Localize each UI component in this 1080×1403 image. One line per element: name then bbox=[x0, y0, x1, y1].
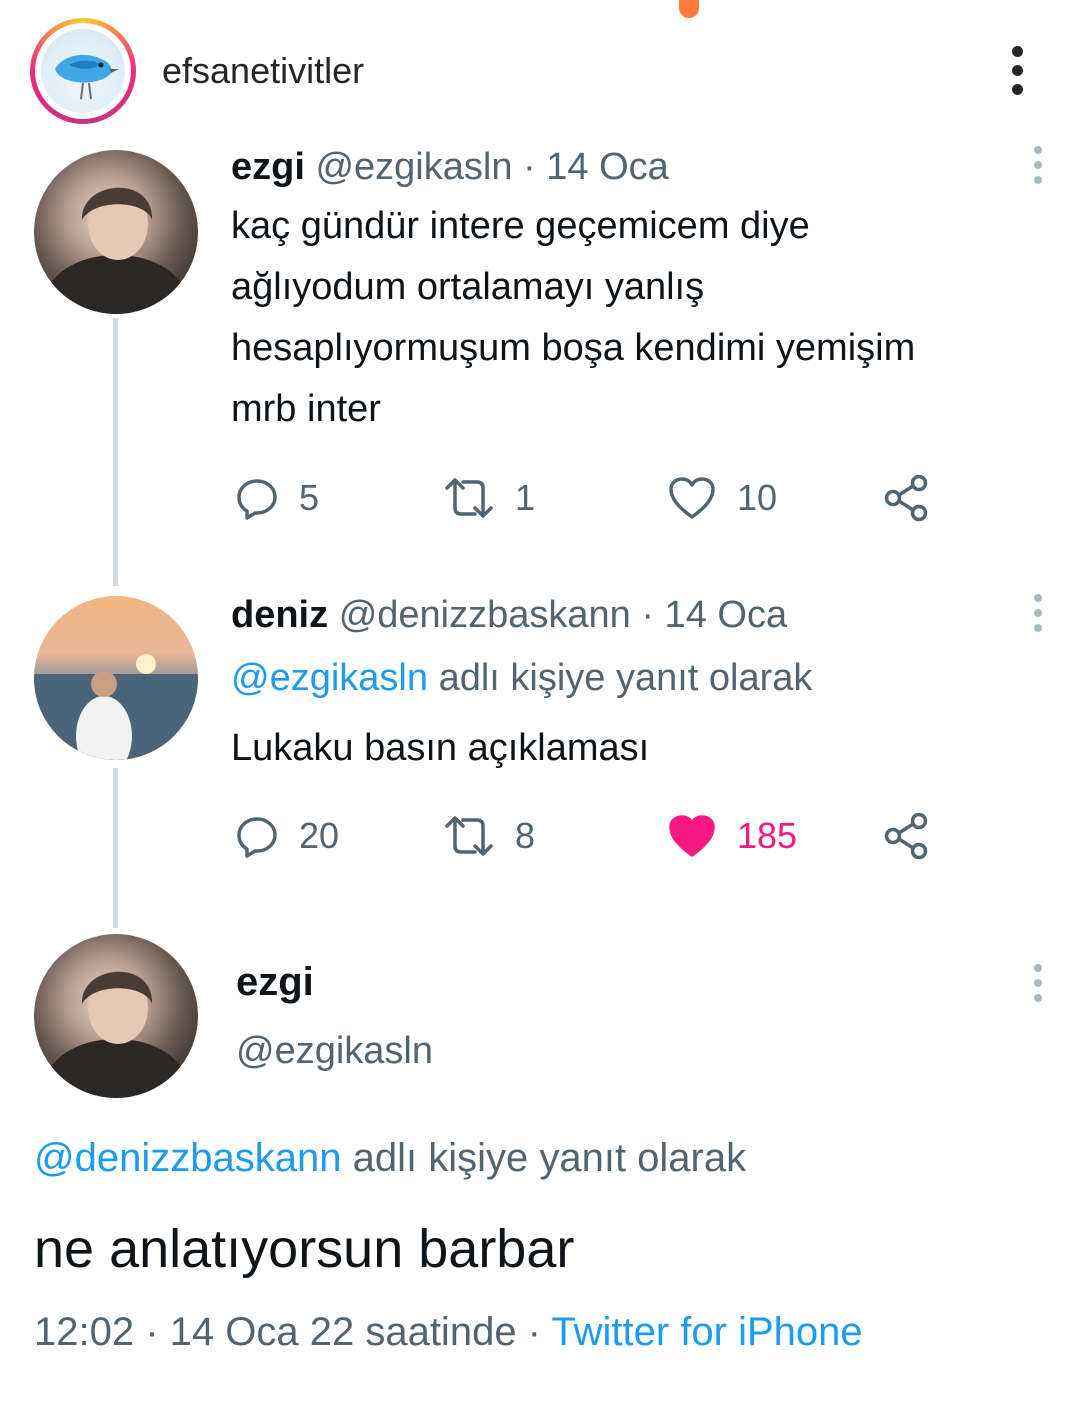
more-vertical-icon[interactable] bbox=[1030, 594, 1046, 634]
like-count: 10 bbox=[737, 477, 778, 518]
handle[interactable]: @ezgikasln bbox=[236, 1030, 433, 1073]
avatar[interactable] bbox=[34, 596, 198, 760]
handle[interactable]: @ezgikasln bbox=[315, 146, 512, 188]
retweet-button[interactable]: 1 bbox=[443, 468, 535, 528]
reply-icon bbox=[237, 479, 277, 520]
display-name[interactable]: ezgi bbox=[231, 146, 305, 188]
reply-button[interactable]: 20 bbox=[235, 806, 339, 866]
tweet-footer: 12:02 · 14 Oca 22 saatinde · Twitter for… bbox=[34, 1310, 863, 1355]
reply-icon bbox=[237, 817, 277, 858]
share-icon bbox=[884, 812, 928, 860]
tweet-text-line: mrb inter bbox=[231, 388, 381, 430]
reply-context-text: adlı kişiye yanıt olarak bbox=[438, 657, 813, 699]
tweet-text-line: kaç gündür intere geçemicem diye bbox=[231, 205, 810, 247]
bird-logo-icon bbox=[55, 54, 119, 100]
retweet-icon bbox=[445, 478, 493, 518]
reply-mention-link[interactable]: @ezgikasln bbox=[231, 657, 428, 699]
tweet-text-line: ağlıyodum ortalamayı yanlış bbox=[231, 266, 705, 308]
story-ring[interactable] bbox=[30, 18, 136, 124]
display-name[interactable]: ezgi bbox=[236, 960, 314, 1005]
reply-context: @denizzbaskann adlı kişiye yanıt olarak bbox=[34, 1136, 746, 1181]
reply-count: 20 bbox=[299, 815, 340, 856]
retweet-count: 1 bbox=[515, 477, 536, 518]
account-username[interactable]: efsanetivitler bbox=[162, 50, 364, 92]
post-header: efsanetivitler bbox=[0, 0, 1080, 140]
avatar[interactable] bbox=[34, 150, 198, 314]
handle[interactable]: @denizzbaskann bbox=[339, 594, 631, 636]
reply-button[interactable]: 5 bbox=[235, 468, 319, 528]
tweet-text-line: hesaplıyormuşum boşa kendimi yemişim bbox=[231, 327, 916, 369]
reply-context-text: adlı kişiye yanıt olarak bbox=[352, 1136, 747, 1180]
tweet-actions: 5 1 10 bbox=[231, 468, 951, 528]
reply-count: 5 bbox=[299, 477, 320, 518]
tweet-text: ne anlatıyorsun barbar bbox=[34, 1219, 575, 1279]
avatar[interactable] bbox=[34, 934, 198, 1098]
thread-line bbox=[113, 768, 118, 928]
heart-icon bbox=[669, 477, 715, 519]
tweet-actions: 20 8 185 bbox=[231, 806, 951, 866]
source-link[interactable]: Twitter for iPhone bbox=[551, 1310, 862, 1354]
retweet-button[interactable]: 8 bbox=[443, 806, 535, 866]
tweet-date[interactable]: · 14 Oca bbox=[523, 146, 669, 188]
like-count: 185 bbox=[737, 815, 798, 856]
share-icon bbox=[884, 474, 928, 522]
tweet-header: deniz @denizzbaskann · 14 Oca bbox=[231, 594, 787, 637]
retweet-icon bbox=[445, 816, 493, 856]
like-button[interactable]: 185 bbox=[667, 806, 797, 866]
display-name[interactable]: deniz bbox=[231, 594, 328, 636]
heart-icon bbox=[669, 815, 715, 857]
like-button[interactable]: 10 bbox=[667, 468, 777, 528]
tweet-date[interactable]: · 14 Oca bbox=[641, 594, 787, 636]
timestamp[interactable]: 12:02 · 14 Oca 22 saatinde · bbox=[34, 1310, 541, 1354]
reply-context: @ezgikasln adlı kişiye yanıt olarak bbox=[231, 657, 812, 700]
more-vertical-icon[interactable] bbox=[1030, 964, 1046, 1004]
account-avatar bbox=[41, 29, 125, 113]
more-vertical-icon[interactable] bbox=[1000, 46, 1036, 96]
tweet-text: Lukaku basın açıklaması bbox=[231, 727, 650, 769]
tweet-text: kaç gündür intere geçemicem diye ağlıyod… bbox=[231, 196, 915, 440]
share-button[interactable] bbox=[881, 468, 931, 528]
tweet-header: ezgi @ezgikasln · 14 Oca bbox=[231, 146, 669, 189]
reply-mention-link[interactable]: @denizzbaskann bbox=[34, 1136, 341, 1180]
thread-line bbox=[113, 318, 118, 586]
share-button[interactable] bbox=[881, 806, 931, 866]
more-vertical-icon[interactable] bbox=[1030, 146, 1046, 186]
retweet-count: 8 bbox=[515, 815, 536, 856]
